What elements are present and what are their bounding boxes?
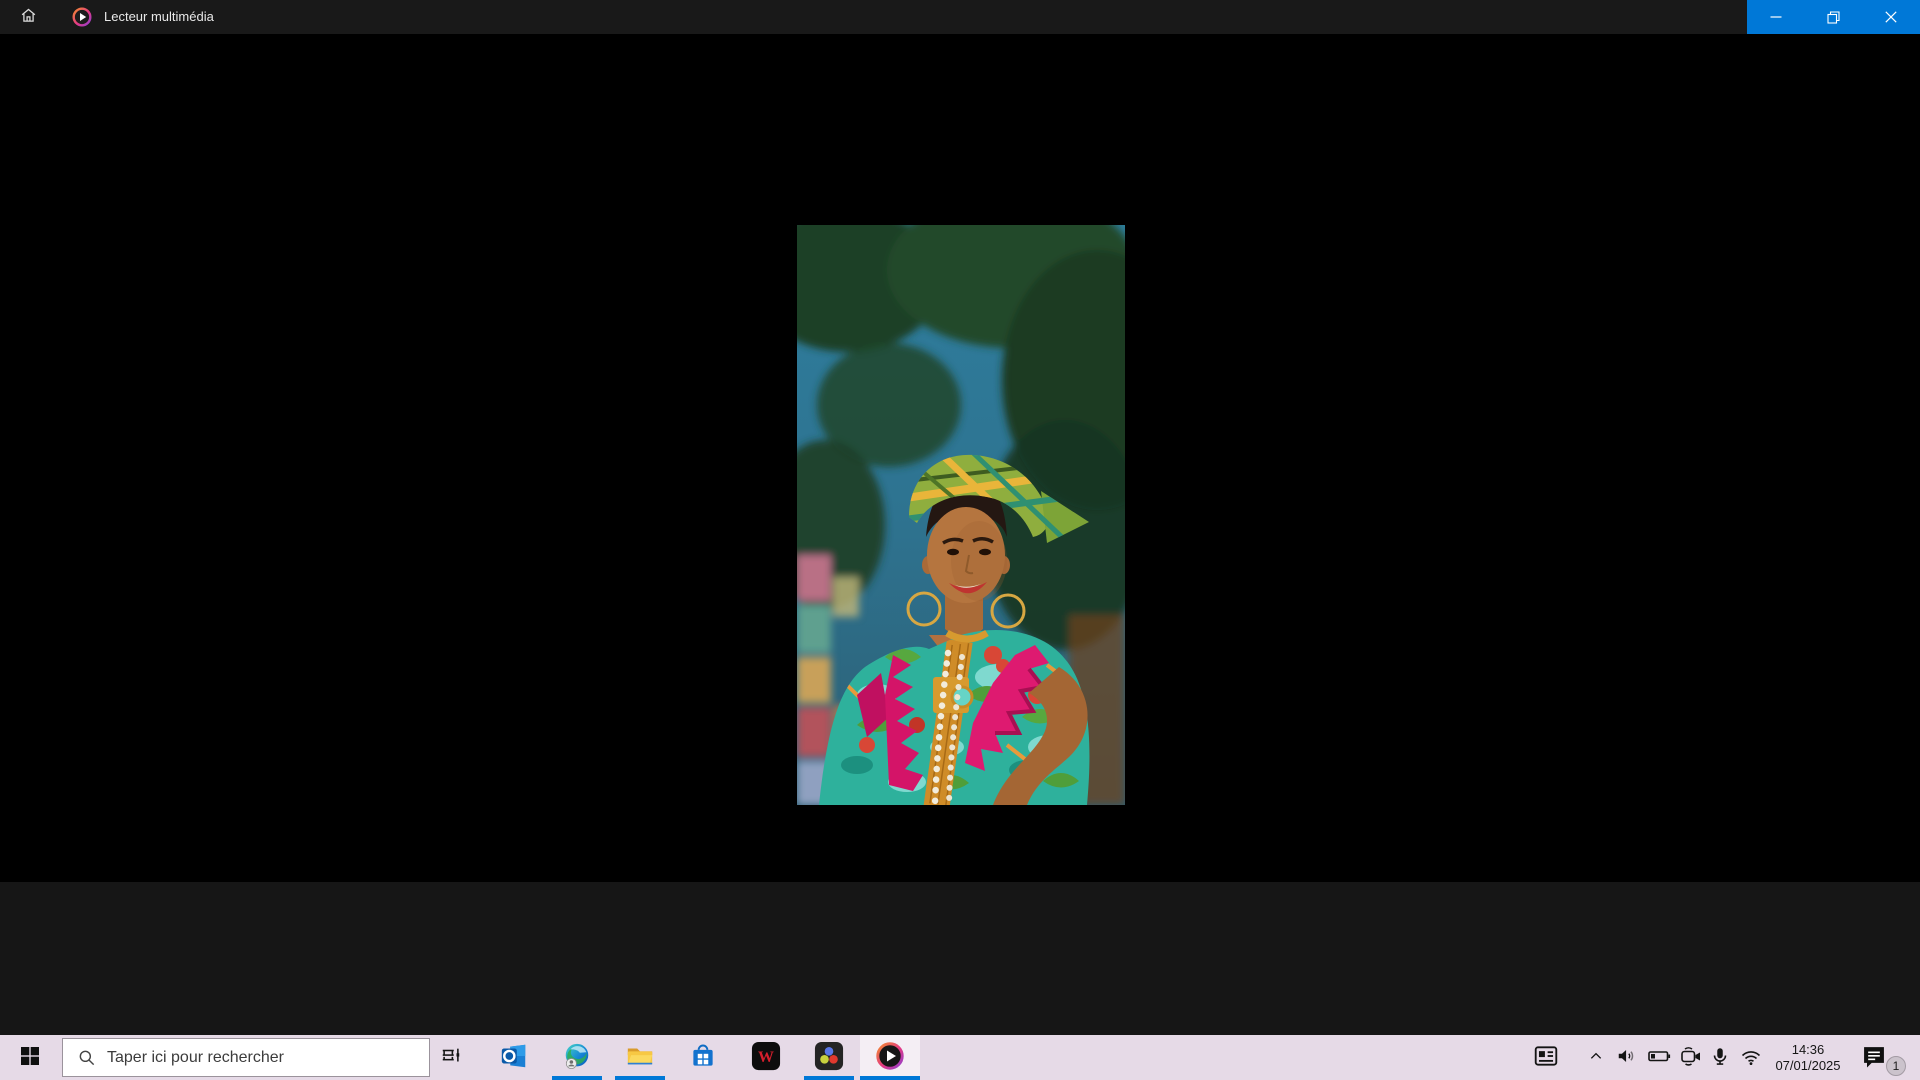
active-indicator xyxy=(860,1076,920,1080)
wattpad-icon: W xyxy=(751,1041,781,1074)
running-indicator xyxy=(804,1076,854,1080)
outlook-icon xyxy=(499,1041,529,1074)
wattpad-button[interactable]: W xyxy=(734,1035,797,1080)
media-player-taskbar-button[interactable] xyxy=(860,1035,920,1080)
microphone-icon xyxy=(1709,1045,1731,1070)
running-indicator xyxy=(552,1076,602,1080)
search-icon xyxy=(77,1048,97,1068)
notification-icon xyxy=(1860,1043,1888,1074)
news-button[interactable] xyxy=(1526,1035,1566,1080)
task-view-icon xyxy=(440,1045,462,1070)
restore-button[interactable] xyxy=(1805,0,1863,34)
running-indicator xyxy=(615,1076,665,1080)
video-frame[interactable] xyxy=(797,225,1125,805)
tray-volume-button[interactable] xyxy=(1612,1035,1642,1080)
start-button[interactable] xyxy=(8,1035,52,1080)
file-explorer-icon xyxy=(625,1041,655,1074)
taskbar-clock[interactable]: 14:36 07/01/2025 xyxy=(1762,1035,1854,1080)
taskbar-apps: W xyxy=(419,1035,920,1080)
notification-badge: 1 xyxy=(1886,1056,1906,1076)
davinci-resolve-icon xyxy=(814,1041,844,1074)
windows-logo-icon xyxy=(21,1047,39,1068)
media-player-icon xyxy=(875,1041,905,1074)
camera-icon xyxy=(1679,1044,1703,1071)
app-logo-icon xyxy=(72,7,92,27)
outlook-button[interactable] xyxy=(482,1035,545,1080)
tray-chevron-button[interactable] xyxy=(1582,1035,1610,1080)
tray-camera-button[interactable] xyxy=(1676,1035,1706,1080)
close-button[interactable] xyxy=(1862,0,1920,34)
taskbar: W xyxy=(0,1035,1920,1080)
davinci-resolve-button[interactable] xyxy=(797,1035,860,1080)
video-stage xyxy=(0,34,1920,882)
edge-button[interactable] xyxy=(545,1035,608,1080)
file-explorer-button[interactable] xyxy=(608,1035,671,1080)
taskbar-search[interactable] xyxy=(62,1038,430,1077)
wifi-icon xyxy=(1739,1044,1763,1071)
chevron-up-icon xyxy=(1588,1048,1604,1067)
player-controls-bar: 00:00:10 00:00:20 Mimi créole xyxy=(0,882,1920,1035)
titlebar: Lecteur multimédia xyxy=(0,0,1920,34)
window-controls xyxy=(1747,0,1920,34)
home-button[interactable] xyxy=(8,0,48,34)
news-icon xyxy=(1533,1043,1559,1072)
clock-time: 14:36 xyxy=(1792,1042,1825,1058)
battery-icon xyxy=(1647,1044,1671,1071)
window-title: Lecteur multimédia xyxy=(104,9,214,24)
home-icon xyxy=(20,7,37,27)
minimize-button[interactable] xyxy=(1747,0,1805,34)
tray-volume-icon xyxy=(1616,1045,1638,1070)
tray-battery-button[interactable] xyxy=(1644,1035,1674,1080)
tray-microphone-button[interactable] xyxy=(1706,1035,1734,1080)
clock-date: 07/01/2025 xyxy=(1775,1058,1840,1074)
search-input[interactable] xyxy=(107,1049,407,1067)
edge-icon xyxy=(562,1041,592,1074)
svg-text:W: W xyxy=(758,1049,774,1066)
notification-center-button[interactable]: 1 xyxy=(1856,1035,1908,1080)
microsoft-store-button[interactable] xyxy=(671,1035,734,1080)
task-view-button[interactable] xyxy=(419,1035,482,1080)
microsoft-store-icon xyxy=(689,1042,717,1073)
media-player-window: Lecteur multimédia xyxy=(0,0,1920,1080)
